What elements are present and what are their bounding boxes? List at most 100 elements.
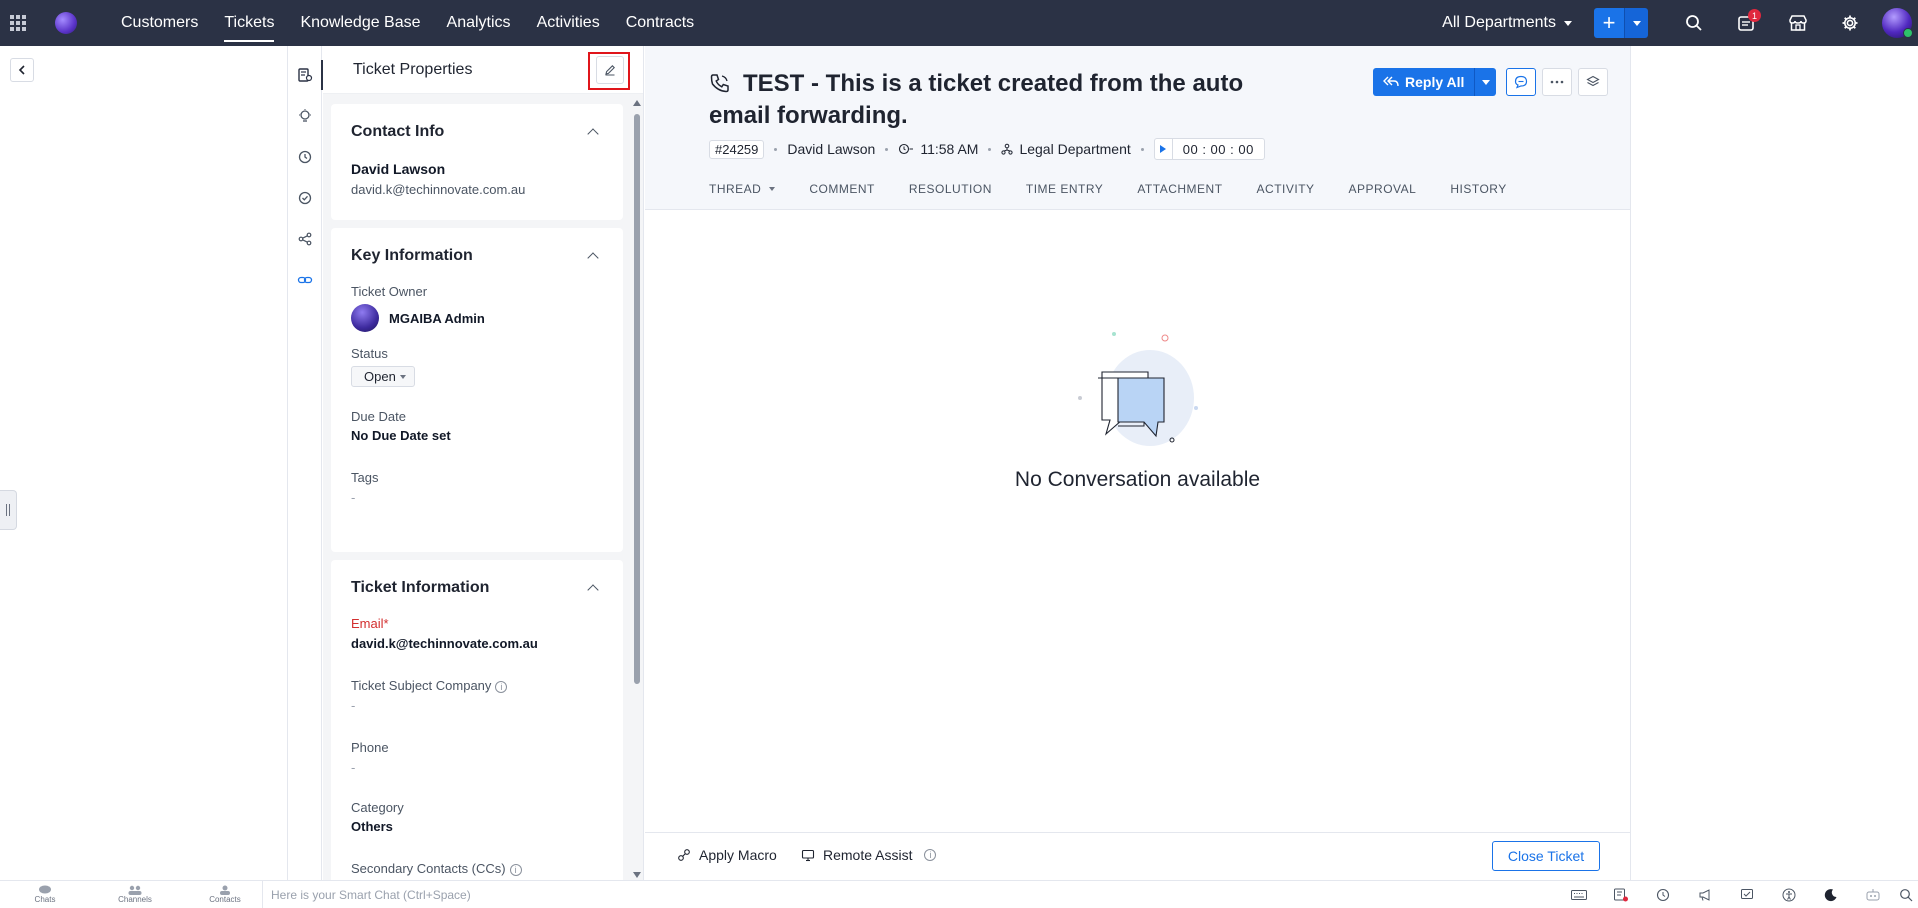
tab-activity[interactable]: ACTIVITY (1257, 182, 1315, 196)
reply-dropdown-button[interactable] (1474, 68, 1497, 96)
scroll-up-arrow-icon[interactable] (633, 100, 641, 106)
feedback-icon[interactable] (1726, 881, 1768, 908)
bottom-right-tools (1558, 881, 1918, 908)
brand-logo[interactable] (48, 0, 84, 46)
nav-contracts[interactable]: Contracts (613, 0, 707, 46)
add-dropdown-button[interactable] (1624, 8, 1648, 38)
ticket-title: TEST - This is a ticket created from the… (709, 70, 1244, 129)
category-value[interactable]: Others (351, 819, 393, 834)
apps-grid-icon[interactable] (0, 0, 36, 46)
channels-icon (128, 885, 142, 895)
contact-info-heading: Contact Info (351, 123, 445, 140)
announcement-icon[interactable] (1684, 881, 1726, 908)
chevron-up-icon (587, 252, 599, 264)
contact-email[interactable]: david.k@techinnovate.com.au (351, 182, 525, 197)
property-icon-rail (288, 46, 323, 880)
tab-approval[interactable]: APPROVAL (1349, 182, 1417, 196)
tab-attachment[interactable]: ATTACHMENT (1137, 182, 1222, 196)
ticket-timer: 00 : 00 : 00 (1153, 138, 1265, 160)
ticket-information-header[interactable]: Ticket Information (351, 576, 603, 600)
info-icon[interactable]: i (924, 849, 937, 861)
play-icon[interactable] (1155, 139, 1173, 159)
apply-macro-button[interactable]: Apply Macro (677, 847, 777, 863)
department-selector[interactable]: All Departments (1442, 14, 1572, 32)
checklist-icon[interactable] (288, 177, 322, 218)
main-nav: Customers Tickets Knowledge Base Analyti… (108, 0, 707, 46)
status-dropdown[interactable]: Open (351, 366, 415, 387)
comment-button[interactable] (1506, 68, 1537, 96)
smart-chat-input[interactable]: Here is your Smart Chat (Ctrl+Space) (262, 880, 1542, 908)
chats-button[interactable]: Chats (0, 881, 90, 908)
layers-icon (1586, 75, 1601, 87)
nav-knowledge-base[interactable]: Knowledge Base (287, 0, 433, 46)
accessibility-icon[interactable] (1768, 881, 1810, 908)
tasks-icon[interactable] (1600, 881, 1642, 908)
nav-tickets[interactable]: Tickets (211, 0, 287, 46)
ticket-department[interactable]: Legal Department (1019, 141, 1130, 157)
ticket-contact-name[interactable]: David Lawson (787, 141, 875, 157)
status-value: Open (364, 369, 396, 384)
info-icon[interactable]: i (509, 863, 522, 876)
scroll-down-arrow-icon[interactable] (633, 872, 641, 878)
search-icon[interactable] (1668, 0, 1720, 46)
assistant-bot-icon[interactable] (1852, 881, 1894, 908)
dark-mode-moon-icon[interactable] (1810, 881, 1852, 908)
contacts-button[interactable]: Contacts (180, 881, 270, 908)
nav-analytics[interactable]: Analytics (434, 0, 524, 46)
tags-value[interactable]: - (351, 490, 355, 505)
tab-time-entry[interactable]: TIME ENTRY (1026, 182, 1103, 196)
remote-assist-button[interactable]: Remote Assist i (801, 847, 937, 863)
reply-all-button[interactable]: Reply All (1373, 68, 1475, 96)
clock-icon[interactable] (1642, 881, 1684, 908)
info-icon[interactable]: i (495, 680, 508, 693)
ticket-owner[interactable]: MGAIBA Admin (351, 304, 485, 332)
keyboard-icon[interactable] (1558, 881, 1600, 908)
link-icon[interactable] (288, 259, 322, 300)
status-label: Status (351, 346, 388, 361)
contact-name[interactable]: David Lawson (351, 161, 445, 177)
ai-suggestions-icon[interactable] (288, 95, 322, 136)
ticket-time: 11:58 AM (920, 141, 979, 157)
chevron-down-icon (769, 187, 776, 191)
history-icon[interactable] (288, 136, 322, 177)
notifications-icon[interactable]: 1 (1720, 0, 1772, 46)
channels-button[interactable]: Channels (90, 881, 180, 908)
due-date-value[interactable]: No Due Date set (351, 428, 451, 443)
phone-label: Phone (351, 740, 389, 755)
contact-info-header[interactable]: Contact Info (351, 120, 603, 144)
tab-resolution[interactable]: RESOLUTION (909, 182, 992, 196)
share-icon[interactable] (288, 218, 322, 259)
scroll-thumb[interactable] (634, 114, 640, 684)
tab-comment[interactable]: COMMENT (809, 182, 875, 196)
resize-handle[interactable] (0, 490, 17, 530)
phone-value[interactable]: - (351, 760, 355, 775)
user-avatar[interactable] (1882, 8, 1913, 38)
tab-thread[interactable]: THREAD (709, 182, 776, 196)
ticket-detail: TEST - This is a ticket created from the… (645, 46, 1630, 880)
apply-macro-label: Apply Macro (699, 847, 777, 863)
properties-title: Ticket Properties (353, 60, 473, 78)
collapse-panel-button[interactable] (10, 58, 34, 82)
search-icon[interactable] (1894, 881, 1918, 908)
empty-conversation-illustration (645, 326, 1630, 471)
email-value[interactable]: david.k@techinnovate.com.au (351, 636, 538, 651)
ticket-id[interactable]: #24259 (709, 139, 765, 159)
department-icon (1001, 143, 1014, 155)
nav-customers[interactable]: Customers (108, 0, 211, 46)
subject-company-value[interactable]: - (351, 698, 355, 713)
layers-button[interactable] (1578, 68, 1609, 96)
panel-scrollbar[interactable] (632, 98, 642, 880)
marketplace-icon[interactable] (1772, 0, 1824, 46)
add-button[interactable]: + (1594, 8, 1624, 38)
chat-icon (39, 885, 51, 894)
key-information-header[interactable]: Key Information (351, 244, 603, 268)
ticket-information-card: Ticket Information Email* david.k@techin… (331, 560, 623, 880)
ticket-properties-icon[interactable] (288, 54, 323, 95)
more-options-button[interactable] (1542, 68, 1573, 96)
ticket-meta: #24259 David Lawson 11:58 AM Legal Depar… (709, 138, 1265, 160)
new-item-split-button: + (1594, 8, 1648, 38)
settings-gear-icon[interactable] (1824, 0, 1876, 46)
tab-history[interactable]: HISTORY (1450, 182, 1506, 196)
nav-activities[interactable]: Activities (524, 0, 613, 46)
close-ticket-button[interactable]: Close Ticket (1492, 841, 1600, 871)
